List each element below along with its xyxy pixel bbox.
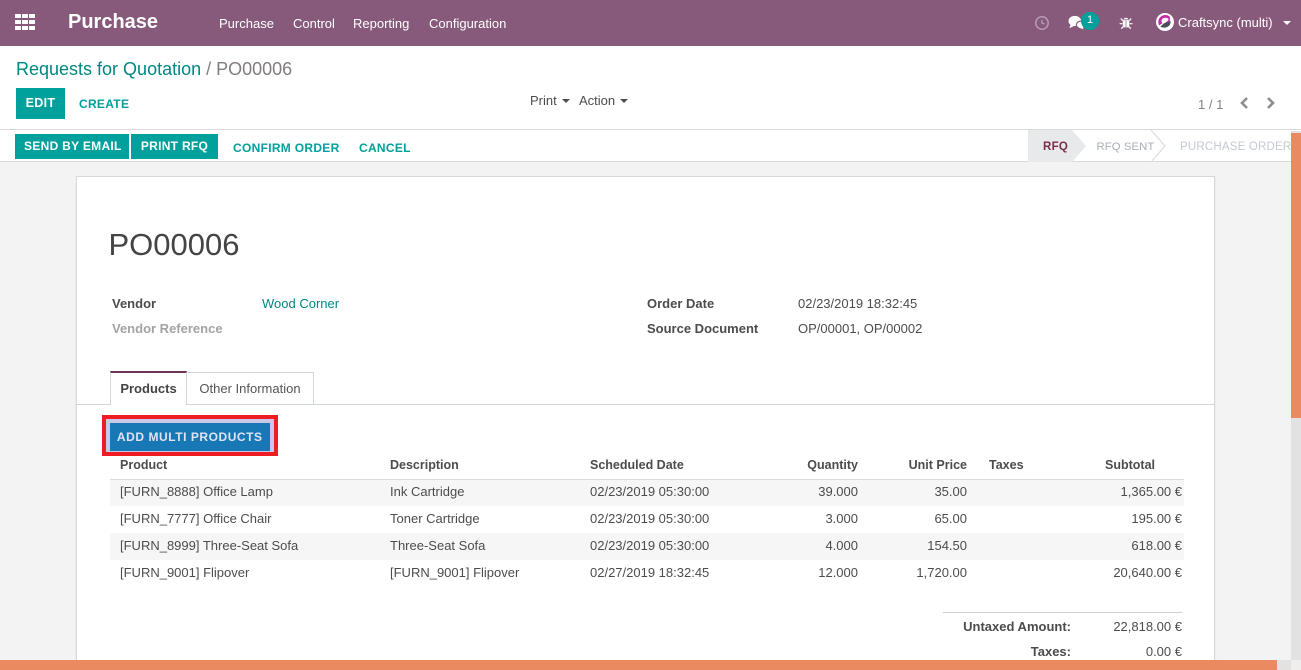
svg-text:PURCHASE ORDER: PURCHASE ORDER [1180, 141, 1291, 153]
svg-text:RFQ SENT: RFQ SENT [1097, 141, 1155, 153]
svg-text:RFQ: RFQ [1043, 141, 1068, 153]
